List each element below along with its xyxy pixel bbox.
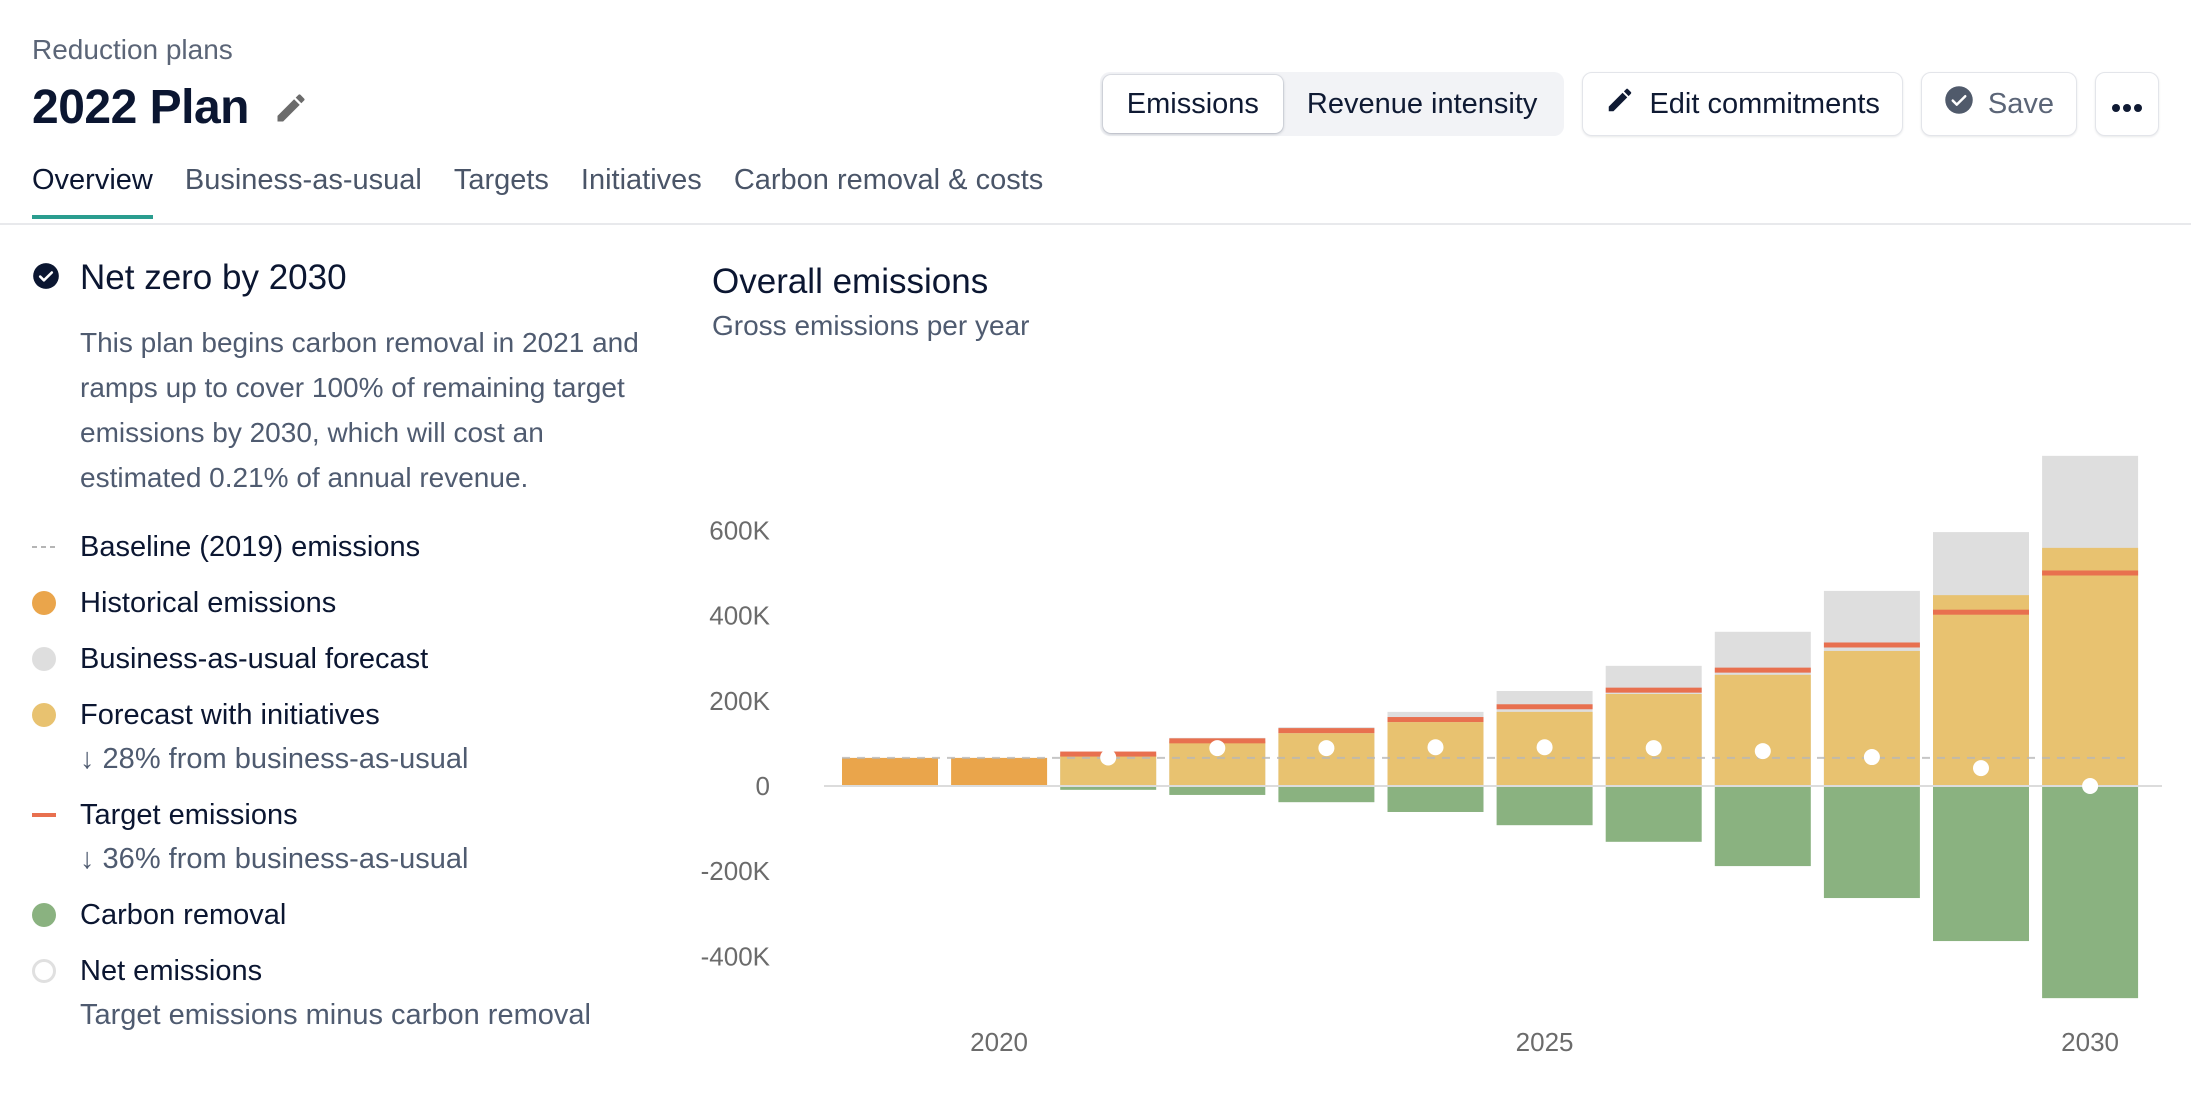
title-row: 2022 Plan <box>32 80 311 135</box>
removal-bar <box>1605 786 1702 842</box>
target-line <box>1387 717 1484 723</box>
removal-bar <box>1387 786 1484 812</box>
legend-item-removal: Carbon removal <box>32 898 652 932</box>
emissions-chart: -400K -200K 0 200K 400K 600K 2020 2025 2030 <box>701 455 2162 1057</box>
summary-panel: Net zero by 2030 This plan begins carbon… <box>32 258 652 1054</box>
legend-label: Business-as-usual forecast <box>80 643 429 675</box>
legend-sublabel: Target emissions minus carbon removal <box>80 999 591 1031</box>
removal-bar <box>1933 786 2029 942</box>
pencil-icon[interactable] <box>271 88 311 128</box>
tabs: Overview Business-as-usual Targets Initi… <box>32 164 1043 219</box>
target-line <box>1823 642 1920 648</box>
removal-bar <box>2042 786 2139 999</box>
removal-bar <box>1714 786 1811 867</box>
legend-item-initiatives: Forecast with initiatives ↓ 28% from bus… <box>32 698 652 776</box>
legend-label: Net emissions <box>80 955 263 987</box>
check-circle-icon <box>32 262 60 295</box>
page-title: 2022 Plan <box>32 81 249 134</box>
initiatives-bar <box>1823 650 1920 786</box>
y-tick-label: 400K <box>709 601 770 631</box>
ellipsis-icon <box>2111 88 2143 121</box>
net-emissions-dot <box>1754 743 1771 760</box>
initiatives-bar <box>1714 674 1811 786</box>
tab-carbon-removal-costs[interactable]: Carbon removal & costs <box>734 164 1043 213</box>
more-options-button[interactable] <box>2095 72 2159 136</box>
check-circle-icon <box>1944 85 1974 123</box>
target-line <box>2042 570 2139 576</box>
net-emissions-dot <box>1100 749 1117 766</box>
save-label: Save <box>1987 87 2054 120</box>
target-line <box>1605 687 1702 693</box>
initiatives-bar <box>1605 693 1702 786</box>
historical-bar <box>842 757 938 786</box>
legend-sublabel: ↓ 28% from business-as-usual <box>80 743 469 775</box>
y-tick-label: 200K <box>709 686 770 716</box>
x-tick-label: 2020 <box>970 1027 1028 1057</box>
tab-targets[interactable]: Targets <box>454 164 549 213</box>
goal-row: Net zero by 2030 <box>32 258 652 298</box>
net-emissions-dot <box>1427 739 1444 756</box>
breadcrumb[interactable]: Reduction plans <box>32 34 233 66</box>
net-emissions-dot <box>1209 740 1226 757</box>
revenue-intensity-toggle-button[interactable]: Revenue intensity <box>1283 75 1562 133</box>
tabs-divider <box>0 223 2191 225</box>
target-line-icon <box>32 798 80 832</box>
x-tick-label: 2030 <box>2061 1027 2119 1057</box>
save-button[interactable]: Save <box>1920 72 2077 136</box>
target-line <box>1496 704 1593 710</box>
legend-label: Baseline (2019) emissions <box>80 531 421 563</box>
legend-label: Target emissions <box>80 799 298 831</box>
target-line <box>1714 667 1811 673</box>
y-tick-label: -400K <box>701 941 771 971</box>
chart-subtitle: Gross emissions per year <box>712 310 1030 341</box>
y-tick-label: 0 <box>756 771 770 801</box>
net-emissions-dot <box>2082 778 2099 794</box>
historical-bar <box>951 757 1048 786</box>
view-toggle: Emissions Revenue intensity <box>1099 72 1565 136</box>
net-emissions-dot <box>1645 740 1662 757</box>
removal-bar <box>1496 786 1593 826</box>
net-emissions-dot <box>1863 749 1880 766</box>
legend-item-net: Net emissions Target emissions minus car… <box>32 954 652 1032</box>
historical-dot-icon <box>32 591 56 615</box>
net-emissions-dot <box>1536 739 1553 756</box>
net-emissions-dot <box>1318 740 1335 757</box>
emissions-toggle-button[interactable]: Emissions <box>1102 75 1283 133</box>
tab-overview[interactable]: Overview <box>32 164 153 219</box>
net-ring-icon <box>32 959 56 983</box>
y-tick-label: 600K <box>709 515 770 545</box>
legend-label: Historical emissions <box>80 587 337 619</box>
legend-item-bau: Business-as-usual forecast <box>32 642 652 676</box>
y-tick-label: -200K <box>701 856 771 886</box>
legend-label: Carbon removal <box>80 899 287 931</box>
pencil-icon <box>1605 85 1635 123</box>
target-line <box>1933 609 2029 615</box>
removal-bar <box>1278 786 1375 803</box>
edit-commitments-button[interactable]: Edit commitments <box>1582 72 1903 136</box>
initiatives-bar <box>2042 547 2139 786</box>
net-emissions-dot <box>1973 760 1989 777</box>
target-line <box>1278 728 1375 734</box>
initiatives-dot-icon <box>32 703 56 727</box>
legend-item-target: Target emissions ↓ 36% from business-as-… <box>32 798 652 876</box>
dashed-line-icon <box>32 530 80 564</box>
bau-dot-icon <box>32 647 56 671</box>
legend-item-baseline: Baseline (2019) emissions <box>32 530 652 564</box>
x-tick-label: 2025 <box>1516 1027 1574 1057</box>
goal-title: Net zero by 2030 <box>80 258 347 297</box>
legend-label: Forecast with initiatives <box>80 699 380 731</box>
legend-sublabel: ↓ 36% from business-as-usual <box>80 843 469 875</box>
toolbar: Emissions Revenue intensity Edit commitm… <box>1099 72 2159 136</box>
removal-bar <box>1823 786 1920 899</box>
tab-business-as-usual[interactable]: Business-as-usual <box>185 164 422 213</box>
legend-item-historical: Historical emissions <box>32 586 652 620</box>
edit-commitments-label: Edit commitments <box>1649 87 1880 120</box>
goal-description: This plan begins carbon removal in 2021 … <box>80 327 639 493</box>
tab-initiatives[interactable]: Initiatives <box>581 164 702 213</box>
removal-dot-icon <box>32 903 56 927</box>
removal-bar <box>1169 786 1266 795</box>
chart-legend: Baseline (2019) emissions Historical emi… <box>32 530 652 1032</box>
chart-title: Overall emissions <box>712 262 989 301</box>
